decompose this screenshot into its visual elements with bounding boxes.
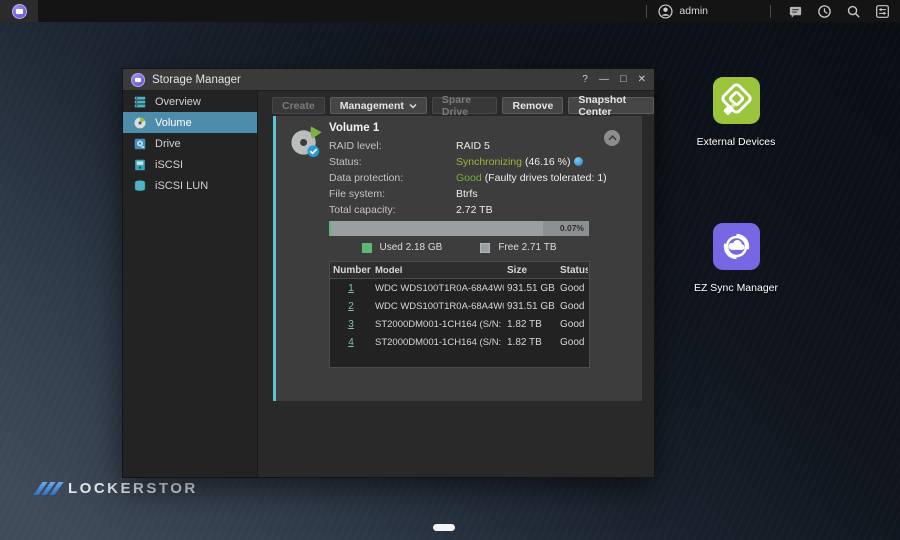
- notifications-icon[interactable]: [787, 3, 803, 19]
- adm-home-button[interactable]: [0, 0, 38, 22]
- free-label: Free 2.71 TB: [498, 242, 556, 253]
- username: admin: [679, 5, 708, 17]
- dock-handle[interactable]: [433, 524, 455, 531]
- disk-table-row: 4 ST2000DM001-1CH164 (S/N: W1... 1.82 TB…: [330, 333, 589, 351]
- help-icon[interactable]: ?: [582, 75, 588, 85]
- disk-table-row: 3 ST2000DM001-1CH164 (S/N: W1... 1.82 TB…: [330, 315, 589, 333]
- sidebar-item-iscsi-lun[interactable]: iSCSI LUN: [123, 175, 257, 196]
- create-button[interactable]: Create: [272, 97, 325, 114]
- desktop-icon-ez-sync-manager[interactable]: EZ Sync Manager: [690, 223, 782, 294]
- desktop-icon-label: EZ Sync Manager: [690, 282, 782, 294]
- storage-manager-app-icon: [131, 73, 145, 87]
- storage-manager-sidebar: Overview Volume Drive iSCSI iSCSI LUN: [123, 91, 258, 477]
- management-dropdown-button[interactable]: Management: [330, 97, 427, 114]
- divider: [770, 5, 771, 18]
- window-title: Storage Manager: [152, 74, 241, 86]
- disk-number-link[interactable]: 1: [348, 283, 354, 294]
- volume-toolbar: Create Management Spare Drive Remove Sna…: [258, 91, 654, 114]
- sidebar-item-label: Volume: [155, 117, 192, 129]
- sidebar-item-label: Drive: [155, 138, 181, 150]
- storage-manager-content: Create Management Spare Drive Remove Sna…: [258, 91, 654, 477]
- drive-icon: [133, 137, 147, 151]
- sidebar-item-label: Overview: [155, 96, 201, 108]
- sidebar-item-label: iSCSI: [155, 159, 183, 171]
- detail-row-raid-level: RAID level:RAID 5: [329, 140, 490, 152]
- brand-text: LOCKERSTOR: [68, 480, 198, 497]
- detail-row-status: Status:Synchronizing(46.16 %): [329, 156, 583, 168]
- sidebar-item-drive[interactable]: Drive: [123, 133, 257, 154]
- sidebar-item-iscsi[interactable]: iSCSI: [123, 154, 257, 175]
- user-avatar-icon: [657, 3, 673, 19]
- desktop-icon-label: External Devices: [690, 136, 782, 148]
- sidebar-item-overview[interactable]: Overview: [123, 91, 257, 112]
- topbar: admin: [0, 0, 900, 22]
- spare-drive-button[interactable]: Spare Drive: [432, 97, 498, 114]
- divider: [646, 5, 647, 18]
- disk-number-link[interactable]: 4: [348, 337, 354, 348]
- detail-row-file-system: File system:Btrfs: [329, 188, 478, 200]
- sidebar-item-volume[interactable]: Volume: [123, 112, 257, 133]
- disk-table-header: Number Model Size Status: [330, 262, 589, 279]
- iscsi-lun-icon: [133, 179, 147, 193]
- window-titlebar[interactable]: Storage Manager ? — □ ✕: [123, 69, 654, 91]
- preferences-icon[interactable]: [874, 3, 890, 19]
- chevron-up-icon: [608, 135, 617, 141]
- remove-button[interactable]: Remove: [502, 97, 563, 114]
- maximize-icon[interactable]: □: [620, 74, 627, 85]
- detail-row-total-capacity: Total capacity:2.72 TB: [329, 204, 493, 216]
- desktop-icon-external-devices[interactable]: External Devices: [690, 77, 782, 148]
- collapse-panel-button[interactable]: [604, 130, 620, 146]
- snapshot-center-button[interactable]: Snapshot Center: [568, 97, 654, 114]
- minimize-icon[interactable]: —: [599, 75, 609, 85]
- user-menu[interactable]: admin: [657, 3, 708, 19]
- close-icon[interactable]: ✕: [638, 75, 646, 85]
- capacity-legend: Used 2.18 GB Free 2.71 TB: [329, 242, 589, 253]
- lockerstor-brand: LOCKERSTOR: [38, 480, 198, 497]
- disk-number-link[interactable]: 3: [348, 319, 354, 330]
- volume-1-panel: Volume 1 RAID level:RAID 5 Status:Synchr…: [273, 116, 642, 401]
- brand-slashes-icon: [38, 482, 59, 495]
- search-icon[interactable]: [845, 3, 861, 19]
- volume-disk-icon: [288, 123, 325, 165]
- chevron-down-icon: [409, 103, 417, 109]
- iscsi-icon: [133, 158, 147, 172]
- ez-sync-manager-icon: [713, 223, 760, 275]
- overview-icon: [133, 95, 147, 109]
- capacity-used-segment: [329, 221, 331, 236]
- disk-table-row: 1 WDC WDS100T1R0A-68A4W0 (S... 931.51 GB…: [330, 279, 589, 297]
- disk-table-row: 2 WDC WDS100T1R0A-68A4W0 (S... 931.51 GB…: [330, 297, 589, 315]
- used-swatch-icon: [362, 243, 372, 253]
- external-devices-icon: [713, 77, 760, 129]
- info-icon[interactable]: [574, 157, 583, 166]
- free-swatch-icon: [480, 243, 490, 253]
- adm-logo-icon: [12, 4, 27, 19]
- capacity-usage-bar: 0.07%: [329, 221, 589, 236]
- used-label: Used 2.18 GB: [380, 242, 443, 253]
- capacity-percent-label: 0.07%: [560, 221, 584, 236]
- volume-icon: [133, 116, 147, 130]
- sidebar-item-label: iSCSI LUN: [155, 180, 208, 192]
- volume-title: Volume 1: [329, 122, 379, 134]
- disk-table: Number Model Size Status 1 WDC WDS100T1R…: [329, 261, 590, 368]
- detail-row-data-protection: Data protection:Good(Faulty drives toler…: [329, 172, 607, 184]
- disk-number-link[interactable]: 2: [348, 301, 354, 312]
- storage-manager-window: Storage Manager ? — □ ✕ Overview Volume …: [122, 68, 655, 478]
- system-monitor-icon[interactable]: [816, 3, 832, 19]
